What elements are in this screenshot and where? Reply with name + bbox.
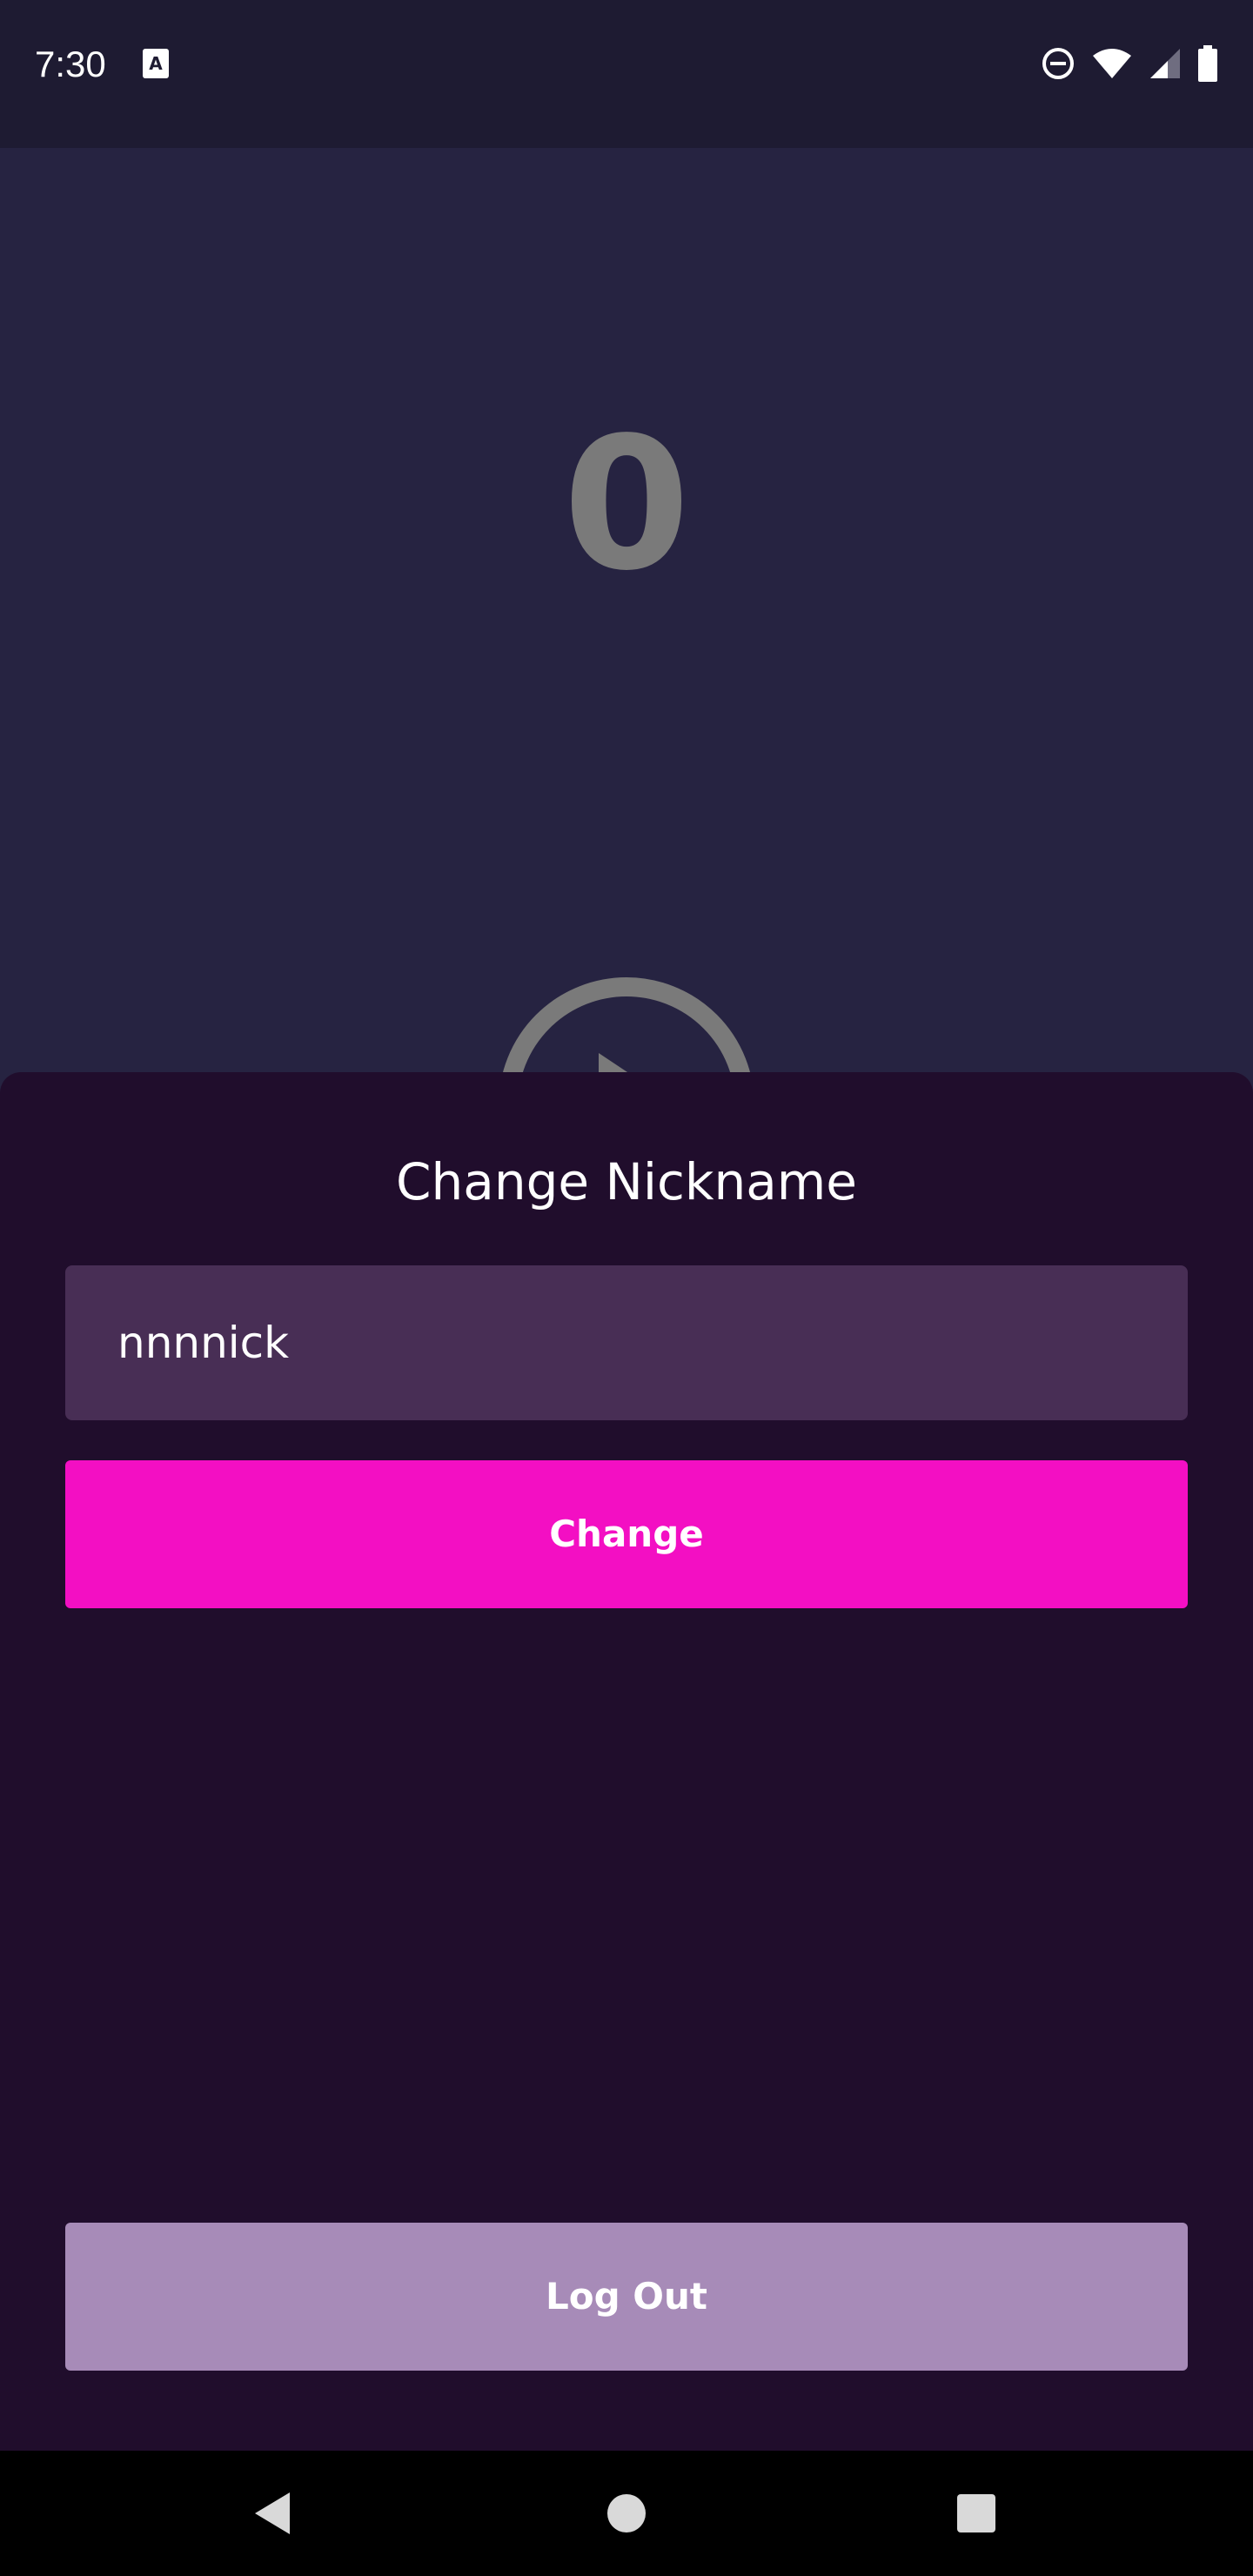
status-bar: 7:30 A xyxy=(0,0,1253,148)
status-time: 7:30 xyxy=(35,44,106,84)
sheet-title: Change Nickname xyxy=(396,1152,857,1211)
do-not-disturb-icon xyxy=(1042,48,1074,79)
logout-button[interactable]: Log Out xyxy=(65,2223,1188,2371)
status-icons xyxy=(1041,44,1218,84)
home-icon[interactable] xyxy=(600,2487,653,2539)
cell-signal-icon xyxy=(1150,49,1180,78)
recents-icon[interactable] xyxy=(950,2487,1002,2539)
battery-icon xyxy=(1198,45,1217,82)
wifi-icon xyxy=(1093,49,1131,78)
change-button[interactable]: Change xyxy=(65,1460,1188,1608)
notification-a-icon: A xyxy=(143,49,169,78)
svg-text:A: A xyxy=(149,53,163,74)
score-counter: 0 xyxy=(562,398,691,611)
back-icon[interactable] xyxy=(248,2487,300,2539)
app-screen: 7:30 A 0 Change Nickname nnnnick Change … xyxy=(0,0,1253,2576)
navigation-bar xyxy=(0,2451,1253,2576)
change-nickname-sheet: Change Nickname Change Log Out xyxy=(0,1072,1253,2451)
nickname-input[interactable] xyxy=(65,1265,1188,1420)
